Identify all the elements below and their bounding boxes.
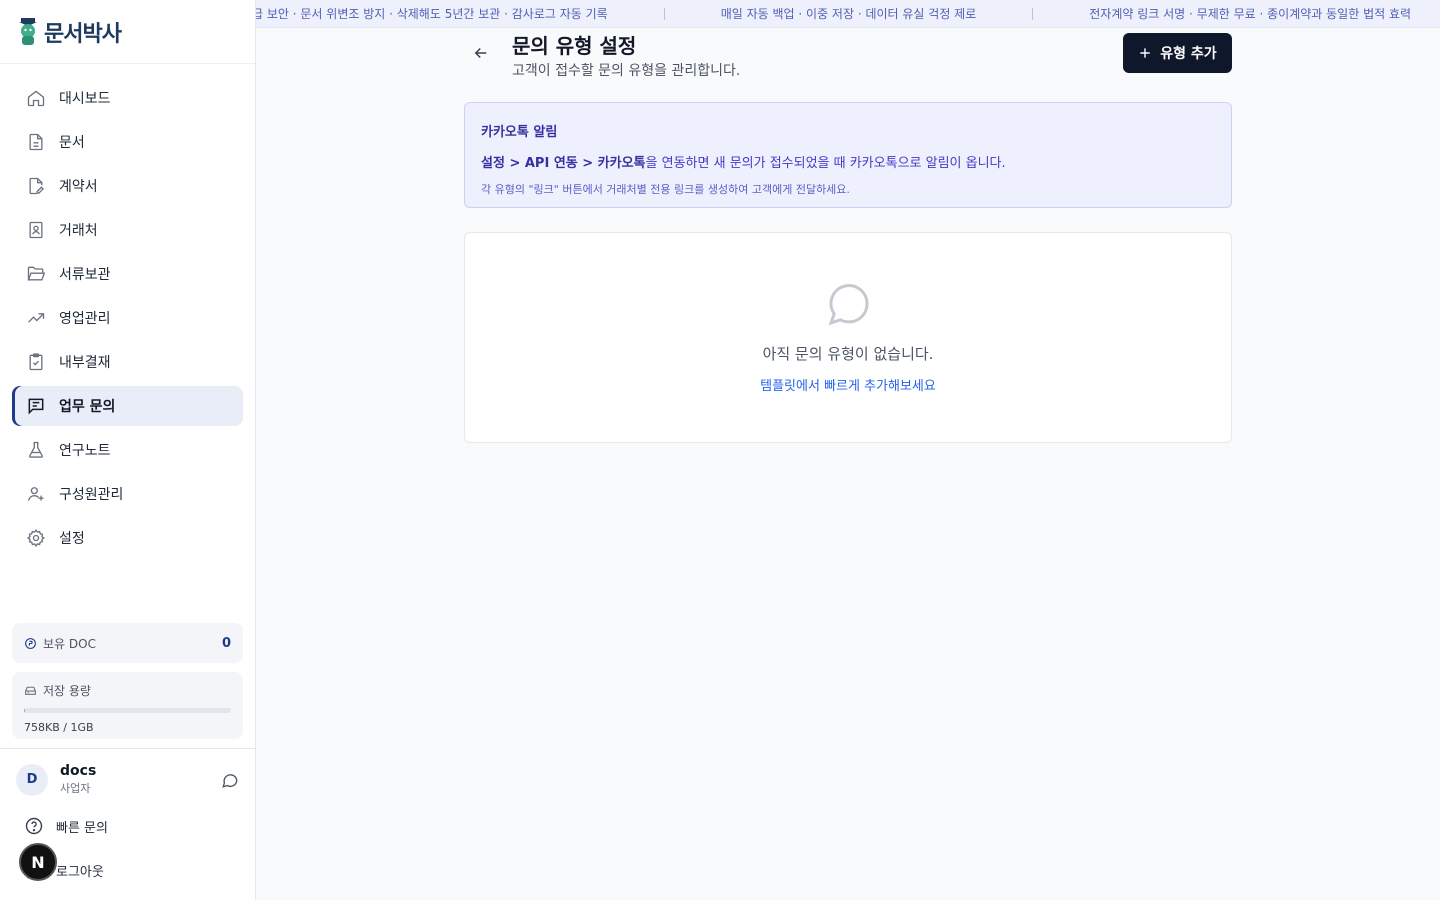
doc-coin-icon <box>25 637 36 649</box>
template-add-link[interactable]: 템플릿에서 빠르게 추가해보세요 <box>465 375 1231 394</box>
page-title: 문의 유형 설정 <box>512 34 637 58</box>
doc-balance-value: 0 <box>221 635 231 651</box>
sidebar-item-label: 설정 <box>59 531 85 547</box>
flask-icon <box>26 440 46 460</box>
gear-icon <box>26 528 46 548</box>
sidebar-item-contracts[interactable]: 계약서 <box>12 166 243 206</box>
sidebar-item-label: 대시보드 <box>59 91 111 107</box>
file-text-icon <box>26 132 46 152</box>
message-circle-icon <box>828 284 869 326</box>
sidebar-item-label: 구성원관리 <box>59 487 124 503</box>
add-type-button[interactable]: 유형 추가 <box>1123 33 1232 73</box>
sidebar-item-label: 연구노트 <box>59 443 111 459</box>
user-name: docs <box>60 763 97 779</box>
sidebar-item-label: 영업관리 <box>59 311 111 327</box>
clipboard-check-icon <box>26 352 46 372</box>
sidebar-item-inquiries[interactable]: 업무 문의 <box>12 386 243 426</box>
inquiry-types-empty-state: 아직 문의 유형이 없습니다. 템플릿에서 빠르게 추가해보세요 <box>464 232 1232 443</box>
sidebar-item-dashboard[interactable]: 대시보드 <box>12 78 243 118</box>
quick-help-link[interactable]: 빠른 문의 <box>0 804 255 848</box>
kakao-notification-info: 카카오톡 알림 설정 > API 연동 > 카카오톡을 연동하면 새 문의가 접… <box>464 102 1232 208</box>
contact-book-icon <box>26 220 46 240</box>
avatar: D <box>16 763 48 796</box>
sidebar-item-label: 거래처 <box>59 223 98 239</box>
dev-tools-badge[interactable]: N <box>19 843 57 881</box>
ticker-item: 급 보안 · 문서 위변조 방지 · 삭제해도 5년간 보관 · 감사로그 자동… <box>256 7 608 21</box>
logo-mascot-icon <box>19 17 37 45</box>
doc-balance-label: 보유 DOC <box>43 636 96 651</box>
logout-label: 로그아웃 <box>56 864 104 880</box>
user-role: 사업자 <box>60 782 91 795</box>
chat-bubble-icon[interactable] <box>221 771 239 789</box>
plus-icon <box>1140 48 1150 58</box>
app-name: 문서박사 <box>44 21 122 47</box>
storage-value: 758KB / 1GB <box>24 721 94 734</box>
sidebar-item-research-notes[interactable]: 연구노트 <box>12 430 243 470</box>
storage-label: 저장 용량 <box>43 684 91 698</box>
user-profile[interactable]: D docs 사업자 <box>0 749 255 796</box>
page-subtitle: 고객이 접수할 문의 유형을 관리합니다. <box>512 63 741 79</box>
main-content: 문의 유형 설정 고객이 접수할 문의 유형을 관리합니다. 유형 추가 카카오… <box>464 28 1232 443</box>
back-button[interactable] <box>470 42 492 64</box>
sidebar-item-label: 내부결재 <box>59 355 111 371</box>
trending-up-icon <box>26 308 46 328</box>
message-square-text-icon <box>26 396 46 416</box>
info-description: 설정 > API 연동 > 카카오톡을 연동하면 새 문의가 접수되었을 때 카… <box>481 152 1215 171</box>
sidebar-item-label: 서류보관 <box>59 267 111 283</box>
sidebar-item-members[interactable]: 구성원관리 <box>12 474 243 514</box>
user-plus-icon <box>26 484 46 504</box>
sidebar-item-documents[interactable]: 문서 <box>12 122 243 162</box>
announcement-ticker: 급 보안 · 문서 위변조 방지 · 삭제해도 5년간 보관 · 감사로그 자동… <box>256 0 1440 28</box>
info-description-text: 을 연동하면 새 문의가 접수되었을 때 카카오톡으로 알림이 옵니다. <box>645 156 1006 171</box>
sidebar-item-label: 업무 문의 <box>59 399 116 415</box>
info-title: 카카오톡 알림 <box>481 125 558 140</box>
sidebar-item-label: 계약서 <box>59 179 98 195</box>
sidebar-item-sales[interactable]: 영업관리 <box>12 298 243 338</box>
doc-balance: 보유 DOC 0 <box>12 623 243 663</box>
storage-progress-bar <box>24 708 231 713</box>
empty-message: 아직 문의 유형이 없습니다. <box>762 345 934 363</box>
ticker-divider <box>663 7 665 20</box>
help-circle-icon <box>25 817 43 835</box>
sidebar-item-archive[interactable]: 서류보관 <box>12 254 243 294</box>
info-settings-path: 설정 > API 연동 > 카카오톡 <box>481 156 646 171</box>
sidebar-item-label: 문서 <box>59 135 85 151</box>
storage-usage: 저장 용량 758KB / 1GB <box>12 672 243 739</box>
ticker-item: 전자계약 링크 서명 · 무제한 무료 · 종이계약과 동일한 법적 효력 <box>1089 7 1412 21</box>
arrow-left-icon <box>474 47 487 59</box>
app-logo[interactable]: 문서박사 <box>0 0 255 64</box>
sidebar-item-settings[interactable]: 설정 <box>12 518 243 558</box>
quick-help-label: 빠른 문의 <box>56 820 108 836</box>
file-pen-icon <box>26 176 46 196</box>
folder-open-icon <box>26 264 46 284</box>
add-type-label: 유형 추가 <box>1160 46 1217 62</box>
ticker-item: 매일 자동 백업 · 이중 저장 · 데이터 유실 걱정 제로 <box>720 7 977 21</box>
sidebar-item-approval[interactable]: 내부결재 <box>12 342 243 382</box>
home-icon <box>26 88 46 108</box>
info-hint: 각 유형의 "링크" 버튼에서 거래처별 전용 링크를 생성하여 고객에게 전달… <box>481 183 850 196</box>
ticker-divider <box>1032 7 1034 20</box>
hard-drive-icon <box>25 686 36 695</box>
storage-progress-fill <box>24 708 26 713</box>
sidebar: 문서박사 대시보드 문서 계약서 거래처 서류보관 영업관리 내부결재 업무 문… <box>0 0 256 900</box>
sidebar-nav: 대시보드 문서 계약서 거래처 서류보관 영업관리 내부결재 업무 문의 연구노… <box>12 78 243 562</box>
sidebar-item-clients[interactable]: 거래처 <box>12 210 243 250</box>
page-header: 문의 유형 설정 고객이 접수할 문의 유형을 관리합니다. 유형 추가 <box>464 28 1232 102</box>
